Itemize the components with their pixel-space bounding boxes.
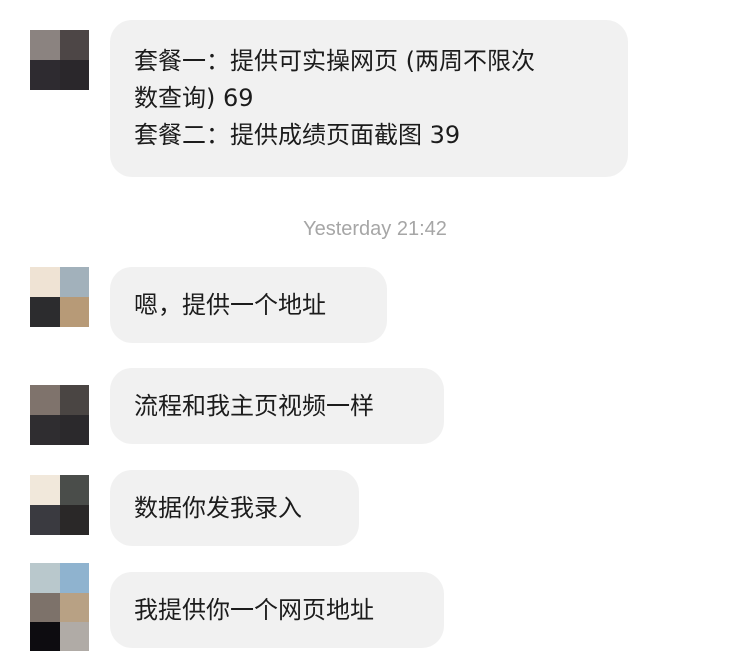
avatar-pixel — [59, 415, 89, 445]
avatar-pixel — [30, 385, 60, 415]
avatar-pixel — [30, 621, 60, 651]
message-text-line: 我提供你一个网页地址 — [134, 595, 374, 624]
avatar-pixel — [30, 592, 60, 622]
avatar-pixel — [30, 267, 60, 297]
timestamp-divider: Yesterday 21:42 — [303, 218, 447, 240]
message-text-line: 嗯，提供一个地址 — [134, 290, 326, 319]
avatar-pixel — [59, 505, 89, 535]
avatar-pixel — [59, 30, 89, 60]
message-bubble[interactable]: 流程和我主页视频一样 — [110, 368, 444, 444]
avatar-pixel — [59, 475, 89, 505]
avatar-pixel — [59, 621, 89, 651]
avatar-pixel — [30, 30, 60, 60]
avatar-pixel — [30, 563, 60, 593]
message-text-line: 套餐一：提供可实操网页 (两周不限次 — [134, 47, 535, 75]
message-text-line: 流程和我主页视频一样 — [134, 391, 374, 420]
message-text-line: 数查询) 69 — [134, 84, 254, 112]
avatar-pixel — [59, 60, 89, 90]
avatar-pixel — [30, 297, 60, 327]
message-bubble[interactable]: 嗯，提供一个地址 — [110, 267, 387, 343]
avatar[interactable] — [30, 475, 89, 535]
avatar-pixel — [59, 563, 89, 593]
avatar-pixel — [59, 297, 89, 327]
message-bubble[interactable]: 套餐一：提供可实操网页 (两周不限次 数查询) 69 套餐二：提供成绩页面截图 … — [110, 20, 628, 177]
avatar-pixel — [30, 505, 60, 535]
avatar-pixel — [59, 385, 89, 415]
avatar-pixel — [30, 60, 60, 90]
avatar-pixel — [30, 415, 60, 445]
avatar[interactable] — [30, 563, 89, 651]
message-text-line: 数据你发我录入 — [134, 493, 302, 522]
message-bubble[interactable]: 我提供你一个网页地址 — [110, 572, 444, 648]
message-text-line: 套餐二：提供成绩页面截图 39 — [134, 121, 461, 149]
message-bubble[interactable]: 数据你发我录入 — [110, 470, 359, 546]
avatar[interactable] — [30, 267, 89, 327]
avatar-pixel — [30, 475, 60, 505]
avatar-pixel — [59, 267, 89, 297]
avatar[interactable] — [30, 385, 89, 445]
avatar[interactable] — [30, 30, 89, 90]
avatar-pixel — [59, 592, 89, 622]
